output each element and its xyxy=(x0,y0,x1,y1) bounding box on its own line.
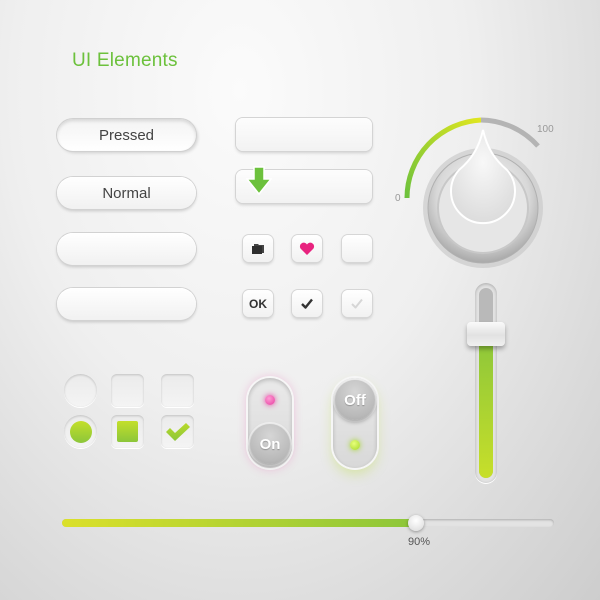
folder-icon xyxy=(252,243,264,254)
vertical-slider-thumb[interactable] xyxy=(467,321,505,346)
check-disabled-button[interactable] xyxy=(342,290,372,317)
check-icon xyxy=(301,298,313,309)
normal-button[interactable]: Normal xyxy=(57,177,196,209)
knob-arc-empty xyxy=(480,117,540,148)
vertical-slider[interactable] xyxy=(467,283,505,483)
folder-button[interactable] xyxy=(243,235,273,262)
radio-unchecked[interactable] xyxy=(64,374,97,407)
knob-pointer xyxy=(450,129,516,225)
horizontal-slider[interactable] xyxy=(62,515,554,531)
led-indicator xyxy=(350,440,360,450)
check-icon xyxy=(165,422,190,441)
radio-dot xyxy=(69,420,92,443)
checkbox-unchecked[interactable] xyxy=(161,374,194,407)
toggle-knob[interactable]: On xyxy=(250,424,290,464)
rotary-knob[interactable] xyxy=(395,108,575,288)
blank-button-2[interactable] xyxy=(57,288,196,320)
blank-square-button[interactable] xyxy=(342,235,372,262)
ok-button[interactable]: OK xyxy=(243,290,273,317)
check-icon xyxy=(351,298,363,309)
heart-icon xyxy=(299,242,315,255)
horizontal-slider-fill xyxy=(62,519,417,527)
led-indicator xyxy=(265,395,275,405)
pressed-button[interactable]: Pressed xyxy=(57,119,196,151)
toggle-knob[interactable]: Off xyxy=(335,380,375,420)
text-field[interactable] xyxy=(236,118,372,151)
toggle-off[interactable]: Off xyxy=(333,378,377,468)
checkbox-checked[interactable] xyxy=(161,415,194,448)
slider-value-label: 90% xyxy=(408,536,431,548)
square-option-checked[interactable] xyxy=(111,415,144,448)
horizontal-slider-thumb[interactable] xyxy=(408,515,425,531)
square-option-unchecked[interactable] xyxy=(111,374,144,407)
blank-button-1[interactable] xyxy=(57,233,196,265)
square-fill xyxy=(117,421,138,442)
check-button[interactable] xyxy=(292,290,322,317)
vertical-slider-fill xyxy=(479,335,493,478)
knob-min-label: 0 xyxy=(395,193,401,204)
page-title: UI Elements xyxy=(72,50,178,71)
download-field[interactable] xyxy=(236,166,372,203)
radio-checked[interactable] xyxy=(64,415,97,448)
heart-button[interactable] xyxy=(292,235,322,262)
knob-max-label: 100 xyxy=(537,124,554,135)
arrow-down-icon xyxy=(246,166,272,196)
toggle-on[interactable]: On xyxy=(248,378,292,468)
